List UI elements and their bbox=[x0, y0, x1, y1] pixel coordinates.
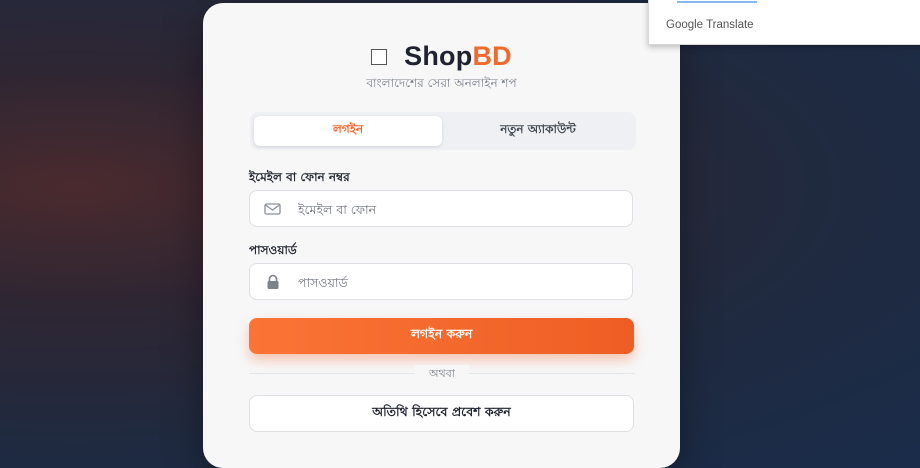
email-label: ইমেইল বা ফোন নম্বর bbox=[249, 170, 350, 184]
translate-progress-bar bbox=[677, 1, 757, 3]
lock-icon bbox=[267, 274, 279, 289]
logo-icon bbox=[371, 48, 388, 65]
login-submit-button[interactable]: লগইন করুন bbox=[249, 318, 634, 354]
envelope-icon bbox=[264, 203, 281, 215]
tab-login[interactable]: লগইন bbox=[254, 116, 442, 146]
auth-tabs: লগইন নতুন অ্যাকাউন্ট bbox=[250, 112, 636, 150]
brand-name-prefix: Shop bbox=[404, 41, 473, 71]
password-input[interactable] bbox=[296, 264, 620, 301]
email-input[interactable] bbox=[296, 191, 620, 228]
email-field-wrapper bbox=[249, 190, 633, 228]
password-field-wrapper bbox=[249, 263, 633, 301]
tab-register[interactable]: নতুন অ্যাকাউন্ট bbox=[444, 116, 632, 146]
google-translate-label[interactable]: Google Translate bbox=[666, 19, 754, 31]
tagline: বাংলাদেশের সেরা অনলাইন শপ bbox=[366, 76, 517, 90]
brand-name: ShopBD bbox=[404, 41, 512, 72]
password-label: পাসওয়ার্ড bbox=[249, 243, 297, 257]
login-card: ShopBD বাংলাদেশের সেরা অনলাইন শপ লগইন নত… bbox=[203, 3, 680, 468]
google-translate-popup: Google Translate bbox=[648, 0, 920, 45]
guest-login-button[interactable]: অতিথি হিসেবে প্রবেশ করুন bbox=[249, 395, 634, 432]
brand-header: ShopBD bbox=[203, 41, 680, 72]
brand-name-suffix: BD bbox=[472, 41, 512, 71]
or-divider-text: অথবা bbox=[415, 365, 469, 384]
